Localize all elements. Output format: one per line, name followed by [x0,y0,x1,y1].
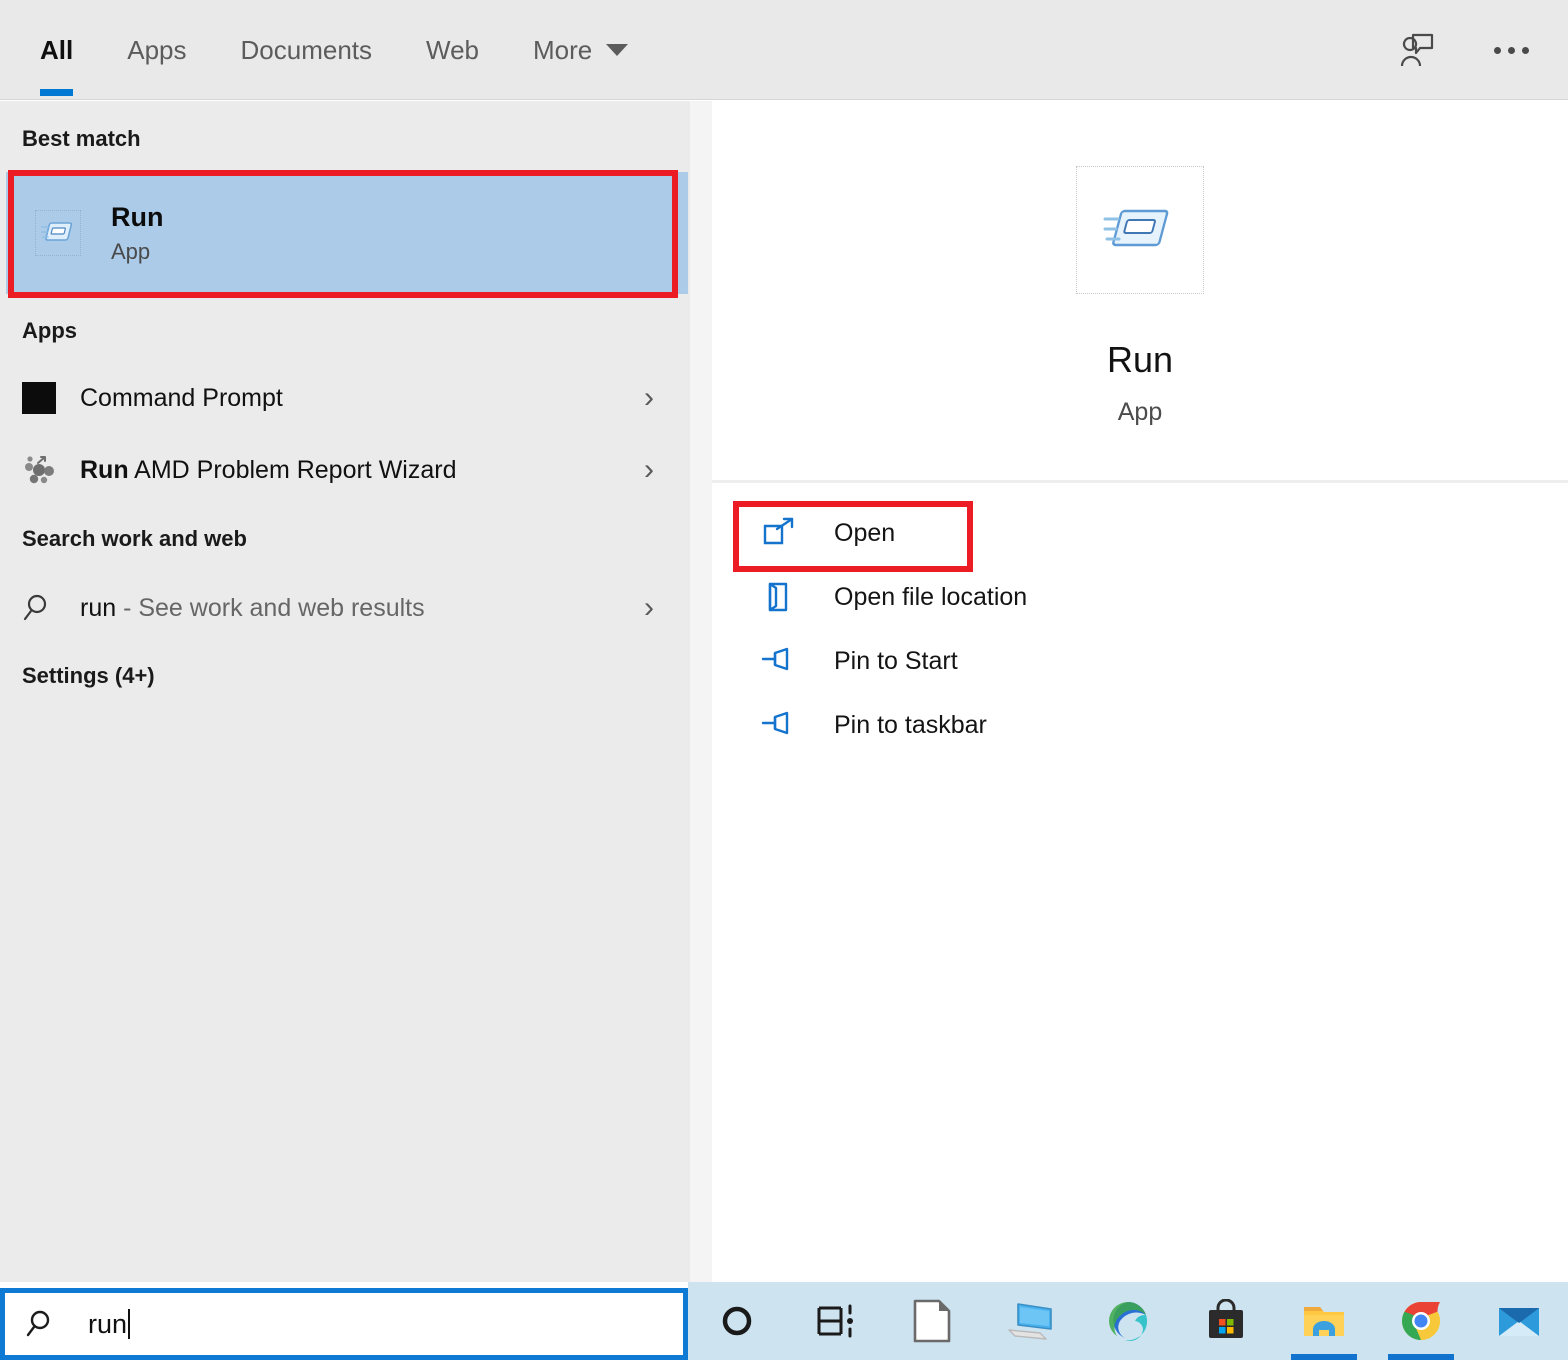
search-work-and-web-heading: Search work and web [22,526,247,551]
taskbar-item-microsoft-edge[interactable] [1079,1282,1177,1360]
action-label: Pin to Start [834,646,958,675]
settings-heading: Settings (4+) [22,663,155,688]
list-item-label: run - See work and web results [80,594,425,623]
preview-app-subtitle: App [1117,398,1163,426]
action-pin-to-start[interactable]: Pin to Start [712,629,1568,693]
tab-web-label: Web [426,34,479,65]
tab-more-label: More [533,34,593,65]
chevron-right-icon[interactable]: › [644,383,654,413]
tab-apps[interactable]: Apps [127,0,186,100]
chevron-down-icon [606,44,629,56]
taskbar-item-task-view[interactable] [786,1282,884,1360]
tab-more[interactable]: More [533,0,629,100]
amd-icon [20,454,58,486]
app-actions-list: Open Open file location Pin to Start Pin… [712,501,1568,757]
app-preview: Run App [712,128,1568,480]
web-search-suffix: - See work and web results [116,593,425,622]
search-input-value: run [88,1308,128,1339]
best-match-heading: Best match [22,126,141,151]
taskbar-item-cortana[interactable] [688,1282,786,1360]
search-icon [20,592,58,624]
search-icon [26,1308,58,1340]
list-item-web-search[interactable]: run - See work and web results › [0,578,690,638]
libreoffice-document-icon [914,1299,951,1343]
start-menu-search-screen: All Apps Documents Web More Best match R… [0,0,1568,1360]
panel-gutter [690,101,712,1282]
best-match-result-run[interactable]: Run App [6,172,688,294]
action-open[interactable]: Open [712,501,1568,565]
pin-icon [758,646,800,676]
list-item-label-match: Run [80,455,129,484]
panel-divider [712,480,1568,483]
feedback-icon[interactable] [1392,27,1438,73]
tab-web[interactable]: Web [426,0,479,100]
taskbar-item-microsoft-store[interactable] [1177,1282,1275,1360]
web-search-query: run [80,593,117,622]
action-label: Open file location [834,582,1028,611]
open-file-location-icon [758,580,800,614]
tab-documents[interactable]: Documents [241,0,373,100]
chevron-right-icon[interactable]: › [644,593,654,623]
cortana-icon [722,1306,752,1336]
list-item-label: Command Prompt [80,383,283,412]
run-app-icon [1076,166,1204,294]
tab-apps-label: Apps [127,34,187,65]
microsoft-store-icon [1208,1299,1243,1338]
app-preview-panel: Run App Open Open file location Pin to S… [712,128,1568,1282]
open-external-icon [758,517,800,549]
list-item-run-amd-problem-report-wizard[interactable]: Run AMD Problem Report Wizard › [0,440,690,500]
best-match-subtitle: App [111,238,151,264]
mail-icon [1499,1308,1540,1336]
more-options-icon[interactable] [1488,27,1534,73]
google-chrome-icon [1402,1302,1441,1340]
remote-desktop-icon [1008,1303,1053,1340]
microsoft-edge-icon [1109,1302,1148,1342]
list-item-label: Run AMD Problem Report Wizard [80,456,456,485]
best-match-texts: Run App [111,201,164,264]
taskbar-item-mail[interactable] [1470,1282,1568,1360]
preview-app-title: Run [1106,339,1174,380]
tab-list: All Apps Documents Web More [40,0,682,100]
action-open-file-location[interactable]: Open file location [712,565,1568,629]
run-app-icon [35,210,81,256]
text-cursor [128,1309,131,1339]
search-input[interactable]: run [0,1288,688,1360]
list-item-label-rest: AMD Problem Report Wizard [128,455,457,484]
tab-documents-label: Documents [240,34,373,65]
tabbar-actions [1392,0,1534,100]
chevron-right-icon[interactable]: › [644,455,654,485]
taskbar-item-remote-desktop[interactable] [981,1282,1079,1360]
list-item-command-prompt[interactable]: Command Prompt › [0,368,690,428]
pin-icon [758,710,800,740]
taskbar [688,1282,1568,1360]
ellipsis-icon [1493,46,1529,54]
apps-heading: Apps [22,318,77,343]
action-pin-to-taskbar[interactable]: Pin to taskbar [712,693,1568,757]
taskbar-item-libreoffice[interactable] [884,1282,982,1360]
action-label: Open [834,518,896,547]
tab-all-label: All [40,34,74,65]
file-explorer-icon [1303,1307,1344,1336]
best-match-title: Run [111,201,164,232]
task-view-icon [817,1304,853,1338]
search-filter-tabbar: All Apps Documents Web More [0,0,1568,100]
taskbar-item-file-explorer[interactable] [1275,1282,1373,1360]
tab-all[interactable]: All [40,0,74,100]
command-prompt-icon [20,382,58,414]
taskbar-item-google-chrome[interactable] [1372,1282,1470,1360]
action-label: Pin to taskbar [834,710,987,739]
